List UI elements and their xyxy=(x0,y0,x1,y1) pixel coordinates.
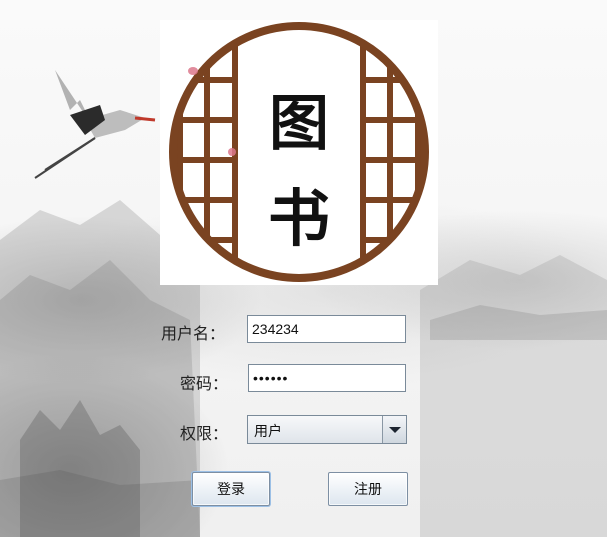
crane-illustration xyxy=(34,70,156,179)
petal-decoration xyxy=(188,67,198,75)
password-input[interactable]: •••••• xyxy=(248,364,406,392)
chevron-down-icon[interactable] xyxy=(382,416,406,443)
username-input[interactable]: 234234 xyxy=(247,315,406,343)
logo-character-bottom: 书 xyxy=(267,182,330,255)
password-label: 密码： xyxy=(180,374,229,393)
login-button[interactable]: 登录 xyxy=(192,472,270,506)
role-label: 权限： xyxy=(180,424,229,443)
logo-character-top: 图 xyxy=(269,89,329,159)
username-label: 用户名： xyxy=(161,324,226,343)
petal-decoration xyxy=(228,148,236,156)
library-logo: 图 书 xyxy=(160,20,438,285)
register-button[interactable]: 注册 xyxy=(328,472,408,506)
role-select-value: 用户 xyxy=(254,424,282,440)
role-select[interactable]: 用户 xyxy=(247,415,407,444)
